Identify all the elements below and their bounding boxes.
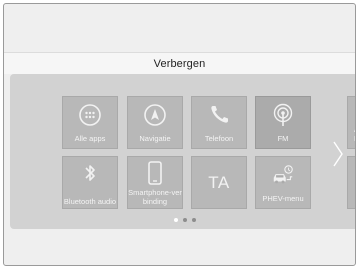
smartphone-icon: [143, 161, 167, 185]
page-dot[interactable]: [192, 218, 196, 222]
next-page-chevron-icon[interactable]: [331, 140, 345, 168]
tile-label: FM: [277, 134, 289, 143]
tile-label: Navigatie: [139, 134, 171, 143]
phone-icon: [207, 103, 231, 127]
hide-bar[interactable]: Verbergen: [4, 52, 355, 74]
navigation-icon: [143, 103, 167, 127]
tile-all-apps[interactable]: Alle apps: [62, 96, 118, 149]
hide-button-label: Verbergen: [153, 57, 206, 70]
tile-navigation[interactable]: Navigatie: [127, 96, 183, 149]
tile-label: Alle apps: [74, 134, 106, 143]
infotainment-screen: Verbergen Alle apps Navigatie Telefoon F…: [3, 3, 356, 266]
tile-label: Telefoon: [204, 134, 234, 143]
partial-label-2: F: [354, 136, 355, 143]
tile-label: Smartphone-verbinding: [128, 188, 182, 206]
phev-car-icon: [271, 163, 295, 187]
tile-ta[interactable]: TA: [191, 156, 247, 209]
page-dot-active[interactable]: [174, 218, 178, 222]
tile-label: Bluetooth audio: [63, 197, 117, 206]
tile-smartphone-connection[interactable]: Smartphone-verbinding: [127, 156, 183, 209]
page-dot[interactable]: [183, 218, 187, 222]
partial-next-tile[interactable]: A F: [347, 96, 355, 149]
radio-antenna-icon: [271, 103, 295, 127]
tile-phone[interactable]: Telefoon: [191, 96, 247, 149]
tile-bluetooth-audio[interactable]: Bluetooth audio: [62, 156, 118, 209]
tile-label: PHEV-menu: [262, 194, 304, 203]
bluetooth-icon: [78, 161, 102, 185]
app-menu-panel: Alle apps Navigatie Telefoon FM Bluetoot…: [10, 74, 355, 229]
partial-label-1: A: [354, 127, 355, 134]
tile-fm[interactable]: FM: [255, 96, 311, 149]
partial-next-tile-2[interactable]: [347, 156, 355, 209]
page-indicator: [10, 218, 355, 224]
tile-phev-menu[interactable]: PHEV-menu: [255, 156, 311, 209]
tile-label: TA: [208, 172, 230, 192]
apps-grid-icon: [78, 103, 102, 127]
